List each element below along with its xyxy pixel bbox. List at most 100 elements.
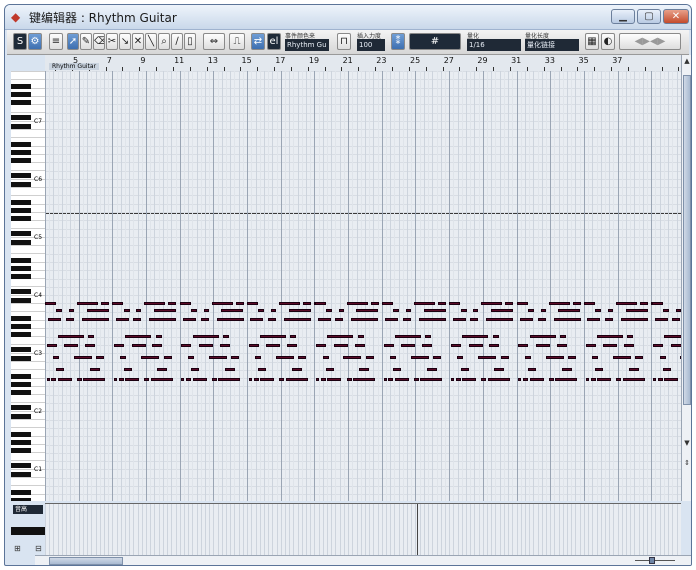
black-key[interactable] bbox=[11, 115, 31, 120]
midi-note[interactable] bbox=[47, 378, 50, 381]
midi-note[interactable] bbox=[358, 335, 364, 338]
black-key[interactable] bbox=[11, 390, 31, 395]
midi-note[interactable] bbox=[366, 356, 374, 359]
midi-note[interactable] bbox=[180, 302, 191, 305]
midi-note[interactable] bbox=[624, 344, 634, 347]
black-key[interactable] bbox=[11, 274, 31, 279]
midi-note[interactable] bbox=[546, 356, 564, 359]
midi-note[interactable] bbox=[271, 309, 276, 312]
midi-note[interactable] bbox=[393, 309, 399, 312]
midi-note[interactable] bbox=[247, 302, 258, 305]
midi-note[interactable] bbox=[488, 378, 510, 381]
arrow-icon[interactable]: ➚ bbox=[67, 33, 79, 50]
midi-note[interactable] bbox=[266, 344, 280, 347]
note-grid[interactable] bbox=[45, 71, 681, 501]
black-key[interactable] bbox=[11, 414, 31, 419]
midi-note[interactable] bbox=[355, 344, 365, 347]
quantize-length-select[interactable]: 量化链接 bbox=[525, 39, 579, 51]
midi-note[interactable] bbox=[193, 335, 219, 338]
snap-icon[interactable]: ⚙ bbox=[28, 33, 42, 50]
filter-icon[interactable]: ≡ bbox=[49, 33, 63, 50]
midi-note[interactable] bbox=[116, 318, 129, 321]
black-key[interactable] bbox=[11, 332, 31, 337]
midi-note[interactable] bbox=[221, 309, 243, 312]
midi-note[interactable] bbox=[653, 344, 663, 347]
midi-note[interactable] bbox=[279, 302, 300, 305]
black-key[interactable] bbox=[11, 382, 31, 387]
midi-note[interactable] bbox=[144, 378, 149, 381]
midi-note[interactable] bbox=[56, 368, 64, 371]
midi-note[interactable] bbox=[629, 368, 639, 371]
midi-note[interactable] bbox=[47, 344, 57, 347]
midi-note[interactable] bbox=[58, 378, 72, 381]
midi-note[interactable] bbox=[382, 302, 393, 305]
midi-note[interactable] bbox=[193, 378, 207, 381]
midi-note[interactable] bbox=[655, 318, 668, 321]
midi-note[interactable] bbox=[597, 335, 623, 338]
midi-note[interactable] bbox=[586, 378, 589, 381]
midi-note[interactable] bbox=[335, 318, 343, 321]
midi-note[interactable] bbox=[85, 344, 95, 347]
black-key[interactable] bbox=[11, 240, 31, 245]
midi-note[interactable] bbox=[334, 344, 348, 347]
midi-note[interactable] bbox=[489, 344, 499, 347]
midi-note[interactable] bbox=[133, 318, 141, 321]
midi-note[interactable] bbox=[48, 318, 61, 321]
midi-note[interactable] bbox=[390, 356, 396, 359]
black-key[interactable] bbox=[11, 200, 31, 205]
black-key[interactable] bbox=[11, 448, 31, 453]
trim-icon[interactable]: ▯ bbox=[184, 33, 196, 50]
midi-note[interactable] bbox=[156, 335, 162, 338]
midi-note[interactable] bbox=[427, 368, 437, 371]
black-key[interactable] bbox=[11, 356, 31, 361]
midi-note[interactable] bbox=[595, 309, 601, 312]
midi-note[interactable] bbox=[101, 302, 109, 305]
scroll-down-icon[interactable]: ▼ bbox=[683, 439, 691, 447]
midi-note[interactable] bbox=[517, 302, 528, 305]
midi-note[interactable] bbox=[119, 378, 124, 381]
solo-icon[interactable]: S bbox=[13, 33, 27, 50]
midi-note[interactable] bbox=[218, 378, 240, 381]
controller-lane[interactable] bbox=[45, 503, 681, 556]
midi-note[interactable] bbox=[287, 344, 297, 347]
midi-note[interactable] bbox=[284, 318, 311, 321]
midi-note[interactable] bbox=[658, 378, 663, 381]
midi-note[interactable] bbox=[419, 318, 446, 321]
midi-note[interactable] bbox=[393, 368, 401, 371]
horizontal-scroll-thumb[interactable] bbox=[49, 557, 123, 565]
midi-note[interactable] bbox=[316, 378, 319, 381]
insert-velocity-field[interactable]: 100 bbox=[357, 39, 385, 51]
black-key[interactable] bbox=[11, 316, 31, 321]
midi-note[interactable] bbox=[53, 356, 59, 359]
midi-note[interactable] bbox=[191, 309, 197, 312]
midi-note[interactable] bbox=[56, 309, 62, 312]
midi-note[interactable] bbox=[124, 309, 130, 312]
midi-note[interactable] bbox=[584, 302, 595, 305]
midi-note[interactable] bbox=[327, 378, 341, 381]
midi-note[interactable] bbox=[83, 378, 105, 381]
scissors-icon[interactable]: ✂ bbox=[106, 33, 118, 50]
midi-note[interactable] bbox=[183, 318, 196, 321]
midi-note[interactable] bbox=[451, 344, 461, 347]
pencil-icon[interactable]: ✎ bbox=[80, 33, 92, 50]
midi-note[interactable] bbox=[339, 309, 344, 312]
midi-note[interactable] bbox=[152, 344, 162, 347]
midi-note[interactable] bbox=[652, 302, 663, 305]
maximize-button[interactable]: ▢ bbox=[637, 9, 661, 24]
midi-note[interactable] bbox=[616, 378, 621, 381]
midi-note[interactable] bbox=[525, 356, 531, 359]
midi-note[interactable] bbox=[112, 302, 123, 305]
midi-note[interactable] bbox=[250, 318, 263, 321]
add-lane-icon[interactable]: ⊞ bbox=[14, 544, 21, 553]
midi-note[interactable] bbox=[74, 356, 92, 359]
black-key[interactable] bbox=[11, 463, 31, 468]
midi-note[interactable] bbox=[58, 335, 84, 338]
midi-note[interactable] bbox=[672, 318, 680, 321]
midi-note[interactable] bbox=[45, 302, 56, 305]
midi-note[interactable] bbox=[292, 368, 302, 371]
black-key[interactable] bbox=[11, 142, 31, 147]
midi-note[interactable] bbox=[403, 318, 411, 321]
midi-note[interactable] bbox=[591, 378, 596, 381]
midi-note[interactable] bbox=[231, 356, 239, 359]
midi-note[interactable] bbox=[249, 344, 259, 347]
